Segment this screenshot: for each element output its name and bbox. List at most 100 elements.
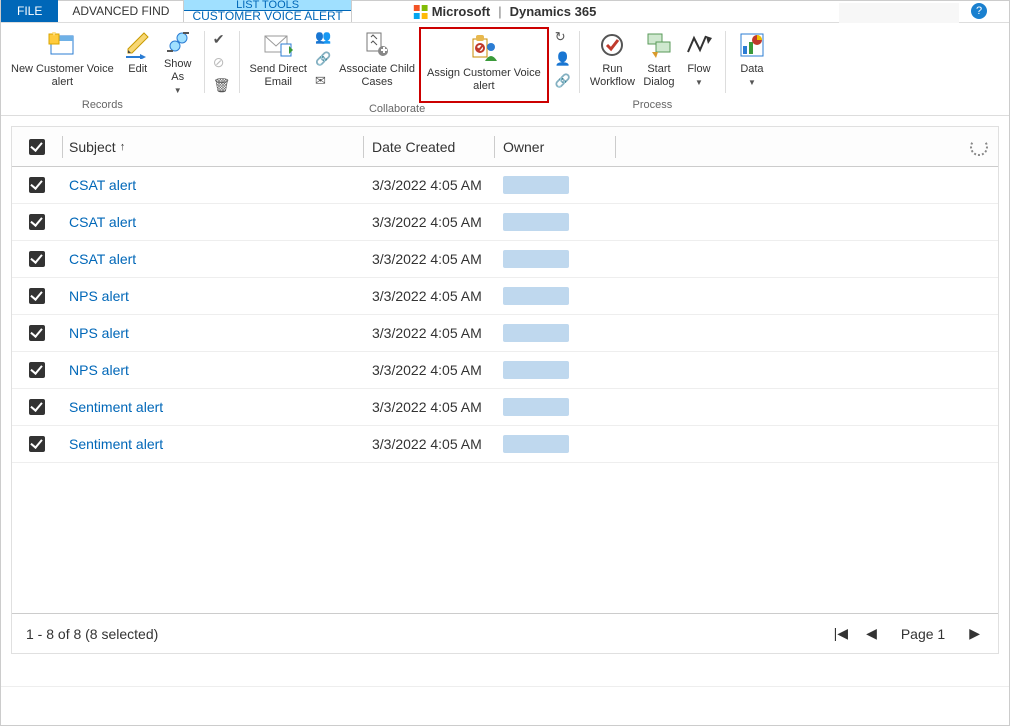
table-row[interactable]: CSAT alert3/3/2022 4:05 AM (12, 167, 998, 204)
copy-link-icon[interactable]: 🔗 (315, 51, 331, 67)
row-checkbox[interactable] (29, 399, 45, 415)
delete-icon[interactable]: 🗑 (213, 77, 231, 94)
first-page-button[interactable]: |◀ (830, 623, 852, 644)
owner-cell (503, 398, 569, 416)
app-header: FILE ADVANCED FIND LIST TOOLS CUSTOMER V… (1, 1, 1009, 23)
show-as-button[interactable]: Show As ▼ (158, 27, 198, 99)
owner-cell (503, 176, 569, 194)
tab-advanced-find[interactable]: ADVANCED FIND (58, 0, 183, 22)
date-cell: 3/3/2022 4:05 AM (364, 325, 494, 341)
run-workflow-button[interactable]: Run Workflow (586, 27, 639, 99)
subject-link[interactable]: Sentiment alert (69, 436, 163, 452)
flow-label: Flow (687, 63, 710, 76)
tab-bar: FILE ADVANCED FIND LIST TOOLS CUSTOMER V… (1, 1, 352, 22)
deactivate-icon[interactable]: ⊘ (213, 54, 231, 71)
table-row[interactable]: NPS alert 3/3/2022 4:05 AM (12, 315, 998, 352)
subject-link[interactable]: CSAT alert (69, 177, 136, 193)
row-checkbox[interactable] (29, 362, 45, 378)
start-dialog-label: Start Dialog (643, 63, 674, 89)
row-checkbox[interactable] (29, 214, 45, 230)
pager: |◀ ◀ Page 1 ▶ (830, 623, 984, 644)
date-cell: 3/3/2022 4:05 AM (364, 251, 494, 267)
edit-button[interactable]: Edit (118, 27, 158, 99)
run-wf-label: Run Workflow (590, 63, 635, 89)
tab-list-tools[interactable]: LIST TOOLS CUSTOMER VOICE ALERT (183, 0, 351, 22)
col-date[interactable]: Date Created (364, 139, 494, 155)
chevron-down-icon: ▼ (695, 76, 703, 89)
send-email-label: Send Direct Email (250, 63, 307, 89)
bottom-bar (1, 686, 1009, 708)
ribbon-separator (204, 31, 205, 93)
table-row[interactable]: Sentiment alert3/3/2022 4:05 AM (12, 426, 998, 463)
subject-link[interactable]: NPS alert (69, 362, 129, 378)
settings-icon (162, 29, 194, 56)
connect-icon[interactable]: 🔗 (555, 73, 571, 89)
assign-customer-voice-alert-button[interactable]: Assign Customer Voice alert (423, 31, 545, 99)
assoc-child-label: Associate Child Cases (339, 63, 415, 89)
refresh-icon[interactable] (970, 138, 988, 156)
next-page-button[interactable]: ▶ (965, 623, 984, 644)
follow-icon[interactable]: 👤 (555, 51, 571, 67)
table-row[interactable]: NPS alert 3/3/2022 4:05 AM (12, 352, 998, 389)
ribbon-group-process: Run Workflow Start Dialog Flow ▼ Process (584, 27, 721, 115)
dialog-icon (643, 29, 675, 61)
table-row[interactable]: CSAT alert 3/3/2022 4:05 AM (12, 204, 998, 241)
tab-customer-voice-alert[interactable]: CUSTOMER VOICE ALERT (184, 11, 350, 22)
select-all-checkbox[interactable] (29, 139, 45, 155)
subject-link[interactable]: CSAT alert (69, 214, 136, 230)
new-customer-voice-alert-button[interactable]: New Customer Voice alert (7, 27, 118, 99)
tab-file[interactable]: FILE (1, 0, 58, 22)
subject-link[interactable]: NPS alert (69, 288, 129, 304)
send-direct-email-button[interactable]: Send Direct Email (246, 27, 311, 99)
prev-page-button[interactable]: ◀ (862, 623, 881, 644)
owner-cell (503, 250, 569, 268)
new-alert-label: New Customer Voice alert (11, 63, 114, 89)
email-link-icon[interactable]: ✉ (315, 73, 331, 89)
refresh-small-icon[interactable]: ↻ (555, 29, 571, 45)
assign-label: Assign Customer Voice alert (427, 67, 541, 93)
email-icon (262, 29, 294, 61)
share-icon[interactable]: 👥 (315, 29, 331, 45)
brand-sep: | (498, 4, 501, 19)
col-subject[interactable]: Subject ↑ (63, 139, 363, 155)
owner-cell (503, 324, 569, 342)
table-row[interactable]: CSAT alert 3/3/2022 4:05 AM (12, 241, 998, 278)
date-cell: 3/3/2022 4:05 AM (364, 362, 494, 378)
owner-cell (503, 361, 569, 379)
records-side-icons: ✔ ⊘ 🗑 (209, 27, 235, 115)
results-grid: Subject ↑ Date Created Owner CSAT alert 3… (11, 126, 999, 654)
collaborate-label: Collaborate (246, 103, 549, 117)
assign-highlight: Assign Customer Voice alert (419, 27, 549, 103)
col-owner[interactable]: Owner (495, 139, 615, 155)
row-checkbox[interactable] (29, 288, 45, 304)
row-checkbox[interactable] (29, 436, 45, 452)
activate-icon[interactable]: ✔ (213, 31, 231, 48)
row-checkbox[interactable] (29, 251, 45, 267)
help-icon[interactable]: ? (971, 3, 987, 19)
edit-label: Edit (128, 63, 147, 76)
workflow-icon (596, 29, 628, 61)
ribbon-group-collaborate: Send Direct Email 👥 🔗 ✉ Associate Child … (244, 27, 551, 115)
grid-footer: 1 - 8 of 8 (8 selected) |◀ ◀ Page 1 ▶ (12, 613, 998, 653)
records-label: Records (7, 99, 198, 113)
owner-cell (503, 435, 569, 453)
data-button[interactable]: Data ▼ (732, 27, 772, 99)
associate-child-cases-button[interactable]: Associate Child Cases (335, 27, 419, 99)
subject-link[interactable]: CSAT alert (69, 251, 136, 267)
process-label: Process (586, 99, 719, 113)
flow-button[interactable]: Flow ▼ (679, 27, 719, 99)
ribbon: New Customer Voice alert Edit Show As ▼ … (1, 23, 1009, 116)
new-alert-icon (46, 29, 78, 61)
ribbon-separator (239, 31, 240, 93)
row-checkbox[interactable] (29, 325, 45, 341)
subject-link[interactable]: NPS alert (69, 325, 129, 341)
record-status: 1 - 8 of 8 (8 selected) (26, 626, 158, 642)
row-checkbox[interactable] (29, 177, 45, 193)
start-dialog-button[interactable]: Start Dialog (639, 27, 679, 99)
date-cell: 3/3/2022 4:05 AM (364, 214, 494, 230)
table-row[interactable]: Sentiment alert3/3/2022 4:05 AM (12, 389, 998, 426)
table-row[interactable]: NPS alert 3/3/2022 4:05 AM (12, 278, 998, 315)
brand-product: Dynamics 365 (510, 4, 597, 19)
subject-link[interactable]: Sentiment alert (69, 399, 163, 415)
date-cell: 3/3/2022 4:05 AM (364, 288, 494, 304)
